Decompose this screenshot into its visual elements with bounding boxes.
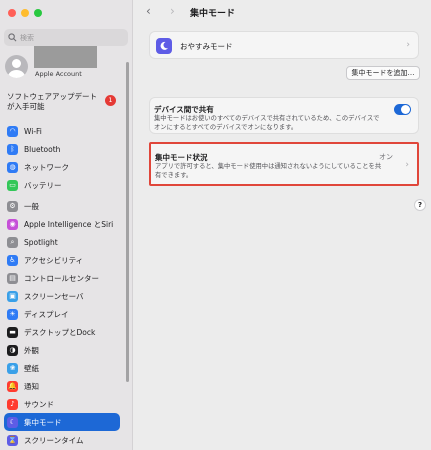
forward-button[interactable]: ›: [170, 4, 175, 18]
share-across-devices-row: デバイス間で共有 集中モードはお使いのすべてのデバイスで共有されているため、この…: [149, 97, 419, 134]
spotlight-icon: ⌕: [7, 236, 18, 248]
sidebar-item-label: スクリーンセーバ: [24, 291, 84, 301]
sidebar-item-label: ディスプレイ: [24, 309, 69, 319]
focus-status-description: アプリで許可すると、集中モード使用中は通知されないようにしていることを共有できま…: [155, 163, 382, 179]
sidebar: Apple Account ソフトウェアアップデートが入手可能 1 ◠ Wi-Fi…: [0, 0, 133, 450]
sidebar-item-label: Apple Intelligence とSiri: [24, 219, 114, 229]
sidebar-item-label: Spotlight: [24, 237, 58, 247]
sidebar-item[interactable]: ▬ デスクトップとDock: [4, 323, 120, 341]
sidebar-item[interactable]: ⌛ スクリーンタイム: [4, 431, 120, 449]
sidebar-item[interactable]: ⌕ Spotlight: [4, 233, 120, 251]
help-button[interactable]: ?: [414, 199, 426, 211]
sidebar-item[interactable]: ▭ バッテリー: [4, 176, 120, 194]
account-name-redacted: [34, 46, 97, 68]
sidebar-item-label: 一般: [24, 201, 39, 211]
bell-icon: 🔔: [7, 380, 18, 392]
gear-icon: ⚙: [7, 200, 18, 212]
control-center-icon: ▤: [7, 272, 18, 284]
sidebar-item[interactable]: ☾ 集中モード: [4, 413, 120, 431]
focus-status-title: 集中モード状況: [155, 153, 208, 162]
sidebar-group-system: ⚙ 一般 ◉ Apple Intelligence とSiri ⌕ Spotlight ♿ ア…: [4, 197, 120, 377]
focus-status-row[interactable]: 集中モード状況 アプリで許可すると、集中モード使用中は通知されないようにしている…: [149, 142, 419, 186]
sidebar-item[interactable]: ♿ アクセシビリティ: [4, 251, 120, 269]
back-button[interactable]: ‹: [146, 4, 151, 18]
focus-status-value: オン: [379, 153, 393, 161]
minimize-window-button[interactable]: [21, 9, 29, 17]
sidebar-item-label: バッテリー: [24, 180, 62, 190]
sidebar-item-label: デスクトップとDock: [24, 327, 96, 337]
main-pane: ‹ › 集中モード おやすみモード › 集中モードを追加… デバイス間で共有 集…: [134, 0, 431, 450]
sidebar-item[interactable]: ◉ Apple Intelligence とSiri: [4, 215, 120, 233]
zoom-window-button[interactable]: [34, 9, 42, 17]
display-icon: ☀: [7, 308, 18, 320]
sidebar-item-label: Bluetooth: [24, 144, 61, 154]
sidebar-item-label: アクセシビリティ: [24, 255, 84, 265]
chevron-right-icon: ›: [405, 160, 409, 170]
sidebar-item[interactable]: ◠ Wi-Fi: [4, 122, 120, 140]
sidebar-item-label: 通知: [24, 381, 39, 391]
sidebar-item[interactable]: 🔔 通知: [4, 377, 120, 395]
sidebar-item-label: ネットワーク: [24, 162, 69, 172]
screensaver-icon: ▣: [7, 290, 18, 302]
apple-account-item[interactable]: Apple Account: [5, 46, 129, 79]
sidebar-group-connectivity: ◠ Wi-Fi ᛒ Bluetooth ◍ ネットワーク ▭ バッテリー: [4, 122, 120, 194]
sleep-focus-label: おやすみモード: [180, 42, 233, 51]
accessibility-icon: ♿: [7, 254, 18, 266]
search-field[interactable]: [4, 29, 128, 46]
dock-icon: ▬: [7, 326, 18, 338]
sidebar-item-label: コントロールセンター: [24, 273, 99, 283]
sidebar-item[interactable]: ◑ 外観: [4, 341, 120, 359]
sidebar-item-label: スクリーンタイム: [24, 435, 84, 445]
battery-icon: ▭: [7, 179, 18, 191]
sidebar-group-notifications: 🔔 通知 ♪ サウンド ☾ 集中モード ⌛ スクリーンタイム: [4, 377, 120, 449]
avatar: [5, 55, 28, 78]
page-title: 集中モード: [190, 9, 236, 19]
sidebar-item[interactable]: ♪ サウンド: [4, 395, 120, 413]
sidebar-item-label: 集中モード: [24, 417, 62, 427]
add-focus-button[interactable]: 集中モードを追加…: [346, 66, 420, 80]
sidebar-scrollbar[interactable]: [126, 62, 129, 382]
sidebar-item-label: 壁紙: [24, 363, 39, 373]
siri-icon: ◉: [7, 218, 18, 230]
network-icon: ◍: [7, 161, 18, 173]
sidebar-item[interactable]: ᛒ Bluetooth: [4, 140, 120, 158]
sidebar-item[interactable]: ❀ 壁紙: [4, 359, 120, 377]
sidebar-item-label: Wi-Fi: [24, 126, 42, 136]
sidebar-item-label: サウンド: [24, 399, 54, 409]
appearance-icon: ◑: [7, 344, 18, 356]
sleep-focus-row[interactable]: おやすみモード ›: [149, 31, 419, 59]
moon-icon: ☾: [7, 416, 18, 428]
search-icon: [8, 33, 17, 42]
close-window-button[interactable]: [8, 9, 16, 17]
account-subtitle: Apple Account: [35, 70, 82, 78]
wifi-icon: ◠: [7, 125, 18, 137]
software-update-item[interactable]: ソフトウェアアップデートが入手可能 1: [7, 92, 127, 112]
sidebar-item-label: 外観: [24, 345, 39, 355]
sidebar-item[interactable]: ☀ ディスプレイ: [4, 305, 120, 323]
window-controls: [8, 9, 42, 17]
sound-icon: ♪: [7, 398, 18, 410]
share-description: 集中モードはお使いのすべてのデバイスで共有されているため、このデバイスでオンにす…: [154, 115, 380, 131]
sidebar-item[interactable]: ▤ コントロールセンター: [4, 269, 120, 287]
wallpaper-icon: ❀: [7, 362, 18, 374]
chevron-right-icon: ›: [406, 40, 410, 50]
search-input[interactable]: [20, 33, 120, 42]
sidebar-item[interactable]: ⚙ 一般: [4, 197, 120, 215]
share-title: デバイス間で共有: [154, 105, 214, 114]
toolbar: ‹ › 集中モード: [134, 0, 431, 26]
hourglass-icon: ⌛: [7, 434, 18, 446]
share-toggle[interactable]: [394, 104, 411, 115]
sidebar-item[interactable]: ▣ スクリーンセーバ: [4, 287, 120, 305]
sidebar-item[interactable]: ◍ ネットワーク: [4, 158, 120, 176]
bluetooth-icon: ᛒ: [7, 143, 18, 155]
moon-icon: [156, 38, 172, 54]
software-update-label: ソフトウェアアップデートが入手可能: [7, 92, 97, 111]
update-badge: 1: [105, 95, 116, 106]
